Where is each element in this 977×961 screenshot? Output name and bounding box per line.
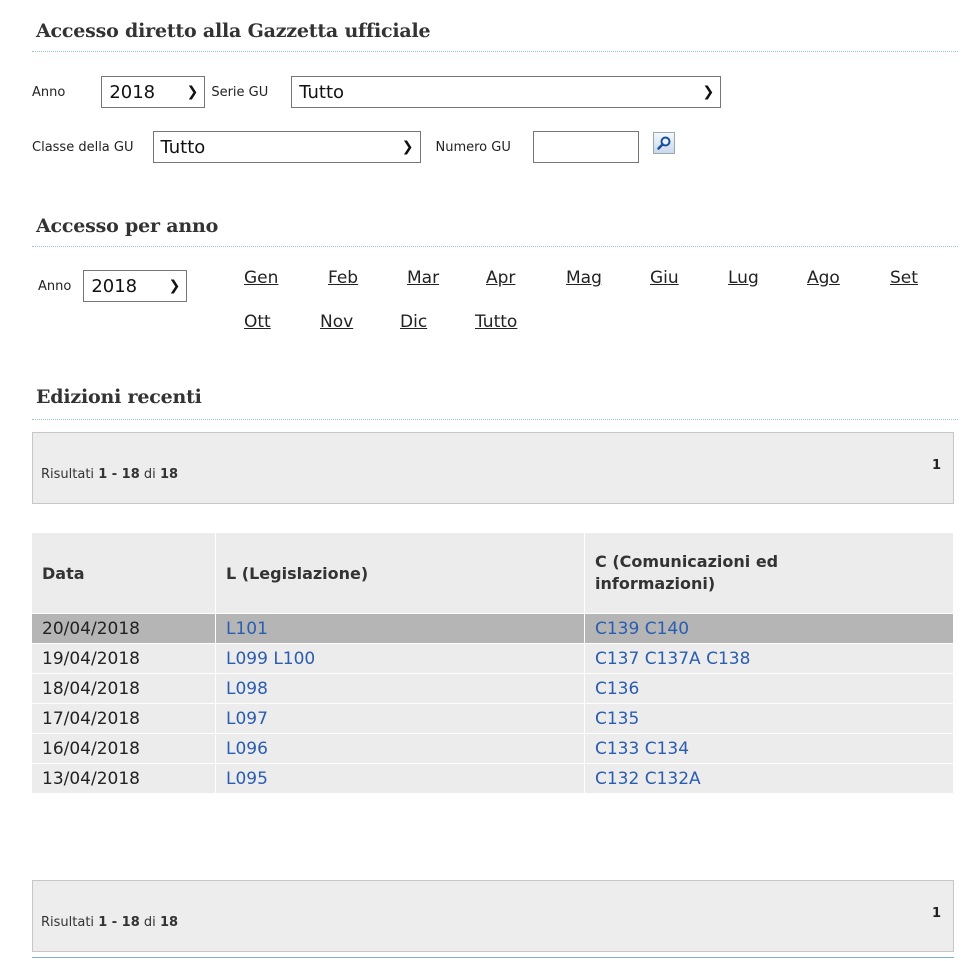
table-header-row: Data L (Legislazione) C (Comunicazioni e…	[32, 533, 954, 614]
section-title: Edizioni recenti	[36, 386, 202, 408]
section-year-access-header: Accesso per anno	[32, 211, 958, 247]
serie-select-value: Tutto	[299, 81, 345, 103]
c-link[interactable]: C139 C140	[595, 619, 689, 639]
l-link[interactable]: L098	[226, 679, 268, 699]
l-link[interactable]: L097	[226, 709, 268, 729]
date-cell: 17/04/2018	[32, 703, 216, 734]
direct-access-row-2: Classe della GU Tutto ❯ Numero GU	[32, 131, 675, 163]
date-cell: 19/04/2018	[32, 643, 216, 674]
c-cell: C133 C134	[584, 733, 954, 764]
table-row: 16/04/2018 L096 C133 C134	[32, 733, 954, 764]
c-cell: C136	[584, 673, 954, 704]
month-link-gen[interactable]: Gen	[244, 268, 278, 288]
editions-table: Data L (Legislazione) C (Comunicazioni e…	[32, 533, 954, 793]
c-cell: C137 C137A C138	[584, 643, 954, 674]
l-cell: L098	[215, 673, 585, 704]
c-cell: C132 C132A	[584, 763, 954, 793]
month-link-ott[interactable]: Ott	[244, 312, 271, 332]
l-cell: L095	[215, 763, 585, 793]
table-row: 20/04/2018 L101 C139 C140	[32, 613, 954, 644]
section-recent-header: Edizioni recenti	[32, 381, 958, 420]
search-button[interactable]	[652, 132, 675, 154]
c-cell: C135	[584, 703, 954, 734]
year-select-value: 2018	[91, 275, 138, 297]
numero-label: Numero GU	[435, 139, 511, 155]
table-row: 13/04/2018 L095 C132 C132A	[32, 763, 954, 793]
l-link[interactable]: L101	[226, 619, 268, 639]
month-link-giu[interactable]: Giu	[650, 268, 679, 288]
results-summary: Risultati 1 - 18 di 18	[41, 467, 179, 482]
column-header-c: C (Comunicazioni ed informazioni)	[584, 533, 954, 614]
l-cell: L097	[215, 703, 585, 734]
anno-select[interactable]: 2018 ❯	[101, 76, 206, 108]
l-link[interactable]: L096	[226, 739, 268, 759]
c-cell: C139 C140	[584, 613, 954, 644]
l-link[interactable]: L099 L100	[226, 649, 315, 669]
c-link[interactable]: C136	[595, 679, 639, 699]
month-link-nov[interactable]: Nov	[320, 312, 353, 332]
page-number[interactable]: 1	[932, 906, 941, 921]
date-cell: 20/04/2018	[32, 613, 216, 644]
month-link-mag[interactable]: Mag	[566, 268, 602, 288]
numero-input[interactable]	[532, 131, 639, 163]
anno-select-value: 2018	[109, 81, 156, 103]
chevron-down-icon: ❯	[186, 84, 199, 100]
l-link[interactable]: L095	[226, 769, 268, 789]
chevron-down-icon: ❯	[168, 278, 181, 294]
bottom-divider	[32, 957, 954, 958]
l-cell: L096	[215, 733, 585, 764]
date-cell: 16/04/2018	[32, 733, 216, 764]
month-link-apr[interactable]: Apr	[486, 268, 515, 288]
month-link-set[interactable]: Set	[890, 268, 918, 288]
chevron-down-icon: ❯	[702, 84, 715, 100]
results-summary: Risultati 1 - 18 di 18	[41, 915, 179, 930]
month-link-dic[interactable]: Dic	[400, 312, 427, 332]
column-header-date: Data	[32, 533, 216, 614]
month-link-ago[interactable]: Ago	[807, 268, 840, 288]
serie-select[interactable]: Tutto ❯	[291, 76, 722, 108]
year-select[interactable]: 2018 ❯	[83, 270, 188, 302]
anno-label: Anno	[38, 278, 72, 294]
l-cell: L099 L100	[215, 643, 585, 674]
classe-label: Classe della GU	[32, 139, 134, 155]
c-link[interactable]: C133 C134	[595, 739, 689, 759]
section-direct-access-header: Accesso diretto alla Gazzetta ufficiale	[32, 16, 958, 52]
month-link-lug[interactable]: Lug	[728, 268, 759, 288]
serie-label: Serie GU	[211, 84, 269, 100]
table-row: 17/04/2018 L097 C135	[32, 703, 954, 734]
section-title: Accesso per anno	[36, 215, 219, 237]
anno-label: Anno	[32, 84, 66, 100]
chevron-down-icon: ❯	[401, 139, 414, 155]
section-title: Accesso diretto alla Gazzetta ufficiale	[36, 20, 431, 42]
search-icon	[657, 136, 671, 150]
year-access-row: Anno 2018 ❯	[32, 270, 188, 302]
pagination-top: Risultati 1 - 18 di 18 1	[32, 432, 954, 504]
c-link[interactable]: C135	[595, 709, 639, 729]
classe-select-value: Tutto	[160, 136, 206, 158]
page-number[interactable]: 1	[932, 458, 941, 473]
date-cell: 13/04/2018	[32, 763, 216, 793]
direct-access-row-1: Anno 2018 ❯ Serie GU Tutto ❯	[32, 76, 722, 108]
c-link[interactable]: C137 C137A C138	[595, 649, 750, 669]
l-cell: L101	[215, 613, 585, 644]
month-link-feb[interactable]: Feb	[328, 268, 358, 288]
column-header-l: L (Legislazione)	[215, 533, 585, 614]
table-row: 18/04/2018 L098 C136	[32, 673, 954, 704]
c-link[interactable]: C132 C132A	[595, 769, 701, 789]
classe-select[interactable]: Tutto ❯	[152, 131, 421, 163]
pagination-bottom: Risultati 1 - 18 di 18 1	[32, 880, 954, 952]
month-link-mar[interactable]: Mar	[407, 268, 439, 288]
month-link-tutto[interactable]: Tutto	[475, 312, 517, 332]
date-cell: 18/04/2018	[32, 673, 216, 704]
table-row: 19/04/2018 L099 L100 C137 C137A C138	[32, 643, 954, 674]
